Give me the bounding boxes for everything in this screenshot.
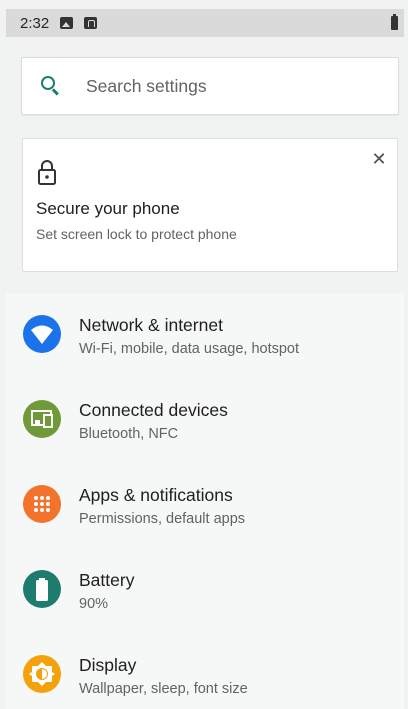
battery-icon xyxy=(23,570,61,608)
status-time: 2:32 xyxy=(20,14,50,32)
settings-screen: 2:32 Search settings ✕ Secure your phone… xyxy=(0,0,408,709)
setting-item-display[interactable]: Display Wallpaper, sleep, font size xyxy=(6,633,404,709)
suggestion-summary: Set screen lock to protect phone xyxy=(36,226,237,242)
setting-summary: Bluetooth, NFC xyxy=(79,426,179,442)
search-bar[interactable]: Search settings xyxy=(21,57,399,115)
search-icon xyxy=(38,73,64,99)
suggestion-title: Secure your phone xyxy=(36,199,180,218)
setting-item-apps[interactable]: Apps & notifications Permissions, defaul… xyxy=(6,463,404,548)
brightness-icon xyxy=(23,655,61,693)
app-notification-icon xyxy=(84,17,98,29)
apps-icon xyxy=(23,485,61,523)
setting-summary: Wi-Fi, mobile, data usage, hotspot xyxy=(79,341,300,357)
image-notification-icon xyxy=(60,17,74,29)
setting-summary: Permissions, default apps xyxy=(79,511,246,527)
wifi-icon xyxy=(23,315,61,353)
setting-item-battery[interactable]: Battery 90% xyxy=(6,548,404,633)
setting-summary: 90% xyxy=(79,596,109,612)
setting-title: Battery xyxy=(79,570,135,590)
devices-icon xyxy=(23,400,61,438)
setting-item-network[interactable]: Network & internet Wi-Fi, mobile, data u… xyxy=(6,293,404,378)
search-placeholder[interactable]: Search settings xyxy=(86,76,207,97)
lock-icon xyxy=(38,160,56,185)
close-icon[interactable]: ✕ xyxy=(371,150,387,168)
status-battery-icon xyxy=(391,14,398,30)
setting-title: Apps & notifications xyxy=(79,485,233,505)
suggestion-card[interactable]: ✕ Secure your phone Set screen lock to p… xyxy=(22,138,398,272)
setting-item-connected-devices[interactable]: Connected devices Bluetooth, NFC xyxy=(6,378,404,463)
setting-title: Connected devices xyxy=(79,400,228,420)
setting-title: Network & internet xyxy=(79,315,223,335)
setting-summary: Wallpaper, sleep, font size xyxy=(79,681,248,697)
setting-title: Display xyxy=(79,655,137,675)
settings-list: Network & internet Wi-Fi, mobile, data u… xyxy=(6,293,404,709)
status-bar: 2:32 xyxy=(6,9,404,37)
